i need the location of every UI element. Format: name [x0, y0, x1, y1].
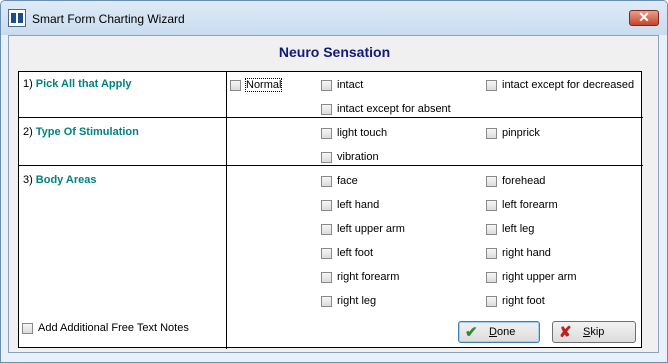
- checkmark-icon: ✔: [465, 324, 478, 341]
- column-divider: [226, 72, 227, 349]
- title-bar[interactable]: Smart Form Charting Wizard ✕: [1, 1, 667, 35]
- checkbox-box[interactable]: [321, 223, 332, 235]
- checkbox-free-text-notes[interactable]: Add Additional Free Text Notes: [22, 322, 189, 334]
- checkbox-label: left upper arm: [337, 223, 405, 235]
- checkbox-normal[interactable]: Normal: [230, 78, 283, 92]
- checkbox-label: right upper arm: [502, 271, 577, 283]
- checkbox-forehead[interactable]: forehead: [486, 175, 545, 187]
- checkbox-label: right forearm: [337, 271, 400, 283]
- row-title: Pick All that Apply: [35, 78, 132, 90]
- checkbox-vibration[interactable]: vibration: [321, 151, 379, 163]
- checkbox-label: face: [337, 175, 358, 187]
- client-area: Neuro Sensation 1) Pick All that Apply 2)…: [8, 35, 659, 353]
- checkbox-box[interactable]: [486, 127, 497, 139]
- row-title: Type Of Stimulation: [35, 126, 139, 138]
- checkbox-label: Add Additional Free Text Notes: [38, 322, 189, 334]
- checkbox-box[interactable]: [321, 79, 332, 91]
- checkbox-box[interactable]: [321, 103, 332, 115]
- row-label-pick-all: 1) Pick All that Apply: [23, 78, 132, 90]
- row-label-stimulation: 2) Type Of Stimulation: [23, 126, 139, 138]
- checkbox-label: right hand: [502, 247, 551, 259]
- done-mnemonic: D: [489, 326, 497, 338]
- checkbox-left-leg[interactable]: left leg: [486, 223, 534, 235]
- checkbox-label: right foot: [502, 295, 545, 307]
- skip-button[interactable]: ✘ Skip: [552, 321, 636, 343]
- row-number: 2): [23, 126, 33, 138]
- window-title: Smart Form Charting Wizard: [32, 12, 185, 26]
- checkbox-right-upper-arm[interactable]: right upper arm: [486, 271, 577, 283]
- options-grid: 1) Pick All that Apply 2) Type Of Stimulat…: [18, 71, 643, 349]
- checkbox-label: right leg: [337, 295, 377, 307]
- checkbox-face[interactable]: face: [321, 175, 358, 187]
- checkbox-box[interactable]: [486, 271, 497, 283]
- form-heading: Neuro Sensation: [278, 44, 391, 60]
- checkbox-label: left foot: [337, 247, 374, 259]
- checkbox-box[interactable]: [486, 79, 497, 91]
- checkbox-box[interactable]: [321, 127, 332, 139]
- checkbox-right-foot[interactable]: right foot: [486, 295, 545, 307]
- checkbox-label: pinprick: [502, 127, 540, 139]
- checkbox-box[interactable]: [486, 223, 497, 235]
- checkbox-label: intact: [337, 79, 364, 91]
- checkbox-box[interactable]: [321, 151, 332, 163]
- checkbox-left-forearm[interactable]: left forearm: [486, 199, 558, 211]
- checkbox-label: left leg: [502, 223, 535, 235]
- checkbox-intact-except-decreased[interactable]: intact except for decreased: [486, 79, 634, 91]
- x-icon: ✘: [559, 324, 572, 341]
- checkbox-right-hand[interactable]: right hand: [486, 247, 551, 259]
- wizard-window: Smart Form Charting Wizard ✕ Neuro Sensa…: [0, 0, 668, 363]
- row-number: 3): [23, 174, 33, 186]
- skip-label-rest: kip: [590, 326, 605, 338]
- checkbox-box[interactable]: [321, 271, 332, 283]
- checkbox-label: intact except for decreased: [502, 79, 635, 91]
- skip-label: Skip: [583, 326, 604, 338]
- done-label: Done: [489, 326, 515, 338]
- checkbox-left-foot[interactable]: left foot: [321, 247, 373, 259]
- app-icon: [8, 9, 26, 27]
- checkbox-box[interactable]: [230, 79, 241, 91]
- row-divider: [19, 117, 643, 118]
- row-title: Body Areas: [35, 174, 97, 186]
- row-number: 1): [23, 78, 33, 90]
- checkbox-label: light touch: [337, 127, 388, 139]
- checkbox-label: left hand: [337, 199, 380, 211]
- checkbox-right-leg[interactable]: right leg: [321, 295, 376, 307]
- checkbox-label: intact except for absent: [337, 103, 451, 115]
- close-icon: ✕: [638, 9, 650, 25]
- checkbox-box[interactable]: [486, 295, 497, 307]
- checkbox-label: left forearm: [502, 199, 558, 211]
- checkbox-box[interactable]: [22, 322, 33, 334]
- checkbox-intact-except-absent[interactable]: intact except for absent: [321, 103, 451, 115]
- checkbox-box[interactable]: [321, 247, 332, 259]
- row-label-body-areas: 3) Body Areas: [23, 174, 97, 186]
- checkbox-box[interactable]: [486, 247, 497, 259]
- checkbox-left-upper-arm[interactable]: left upper arm: [321, 223, 405, 235]
- checkbox-light-touch[interactable]: light touch: [321, 127, 387, 139]
- checkbox-label: forehead: [502, 175, 546, 187]
- checkbox-intact[interactable]: intact: [321, 79, 363, 91]
- checkbox-left-hand[interactable]: left hand: [321, 199, 379, 211]
- done-button[interactable]: ✔ Done: [458, 321, 540, 343]
- checkbox-box[interactable]: [486, 175, 497, 187]
- row-divider: [19, 165, 643, 166]
- checkbox-label: Normal: [244, 78, 283, 92]
- checkbox-box[interactable]: [321, 295, 332, 307]
- checkbox-label: vibration: [337, 151, 379, 163]
- checkbox-pinprick[interactable]: pinprick: [486, 127, 540, 139]
- checkbox-box[interactable]: [321, 175, 332, 187]
- checkbox-box[interactable]: [321, 199, 332, 211]
- checkbox-right-forearm[interactable]: right forearm: [321, 271, 399, 283]
- close-button[interactable]: ✕: [629, 9, 659, 26]
- checkbox-box[interactable]: [486, 199, 497, 211]
- done-label-rest: one: [496, 326, 516, 338]
